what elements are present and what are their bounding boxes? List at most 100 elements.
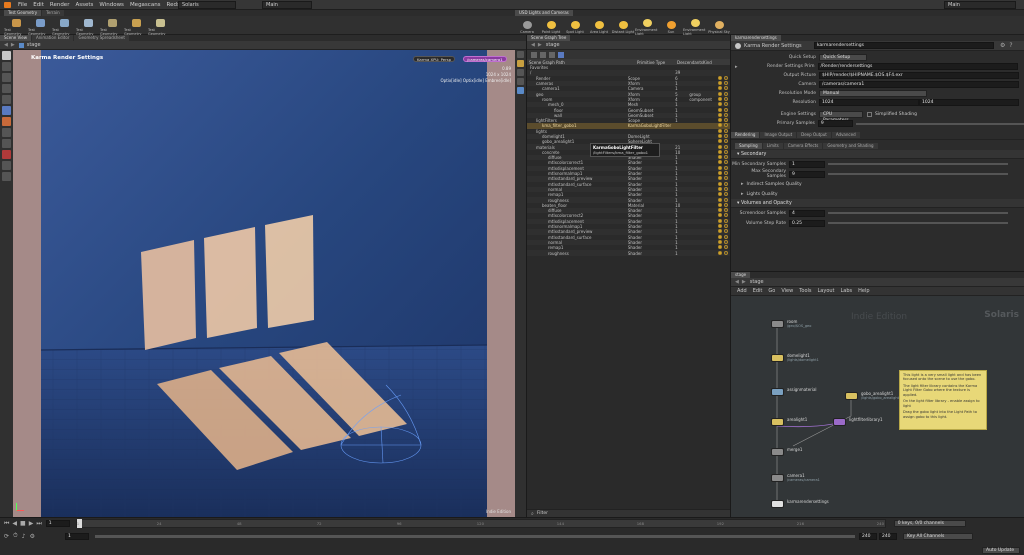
transform-tool-icon[interactable] — [2, 62, 11, 71]
col-descendants[interactable]: Descendants — [677, 60, 703, 65]
start-frame-field[interactable]: 1 — [64, 532, 89, 540]
render-prim-field[interactable]: /Render/rendersettings — [817, 63, 1018, 70]
tab-animation-editor[interactable]: Animation Editor — [31, 35, 74, 41]
screendoor-slider[interactable] — [828, 212, 1008, 214]
visibility-icon[interactable] — [718, 202, 722, 207]
visibility-icon[interactable] — [718, 218, 722, 223]
node-room[interactable] — [771, 320, 784, 328]
solo-icon[interactable] — [724, 107, 728, 112]
network-menu-labs[interactable]: Labs — [841, 288, 853, 294]
first-frame-icon[interactable]: ⏮ — [4, 520, 9, 528]
current-frame-field[interactable]: 1 — [45, 520, 70, 527]
solo-icon[interactable] — [724, 86, 728, 91]
light-tool-icon[interactable] — [2, 117, 11, 126]
search-icon[interactable]: ⌕ — [531, 511, 534, 517]
solo-icon[interactable] — [724, 176, 728, 181]
engine-dropdown[interactable]: CPU Parameters — [819, 110, 863, 123]
volumes-section[interactable]: ▾ Volumes and Opacity — [731, 199, 1024, 208]
res-y-field[interactable]: 1024 — [919, 99, 1019, 106]
sticky-note[interactable]: This light is a very small light and has… — [899, 370, 987, 430]
menu-windows[interactable]: Windows — [99, 2, 124, 8]
solo-icon[interactable] — [724, 234, 728, 239]
back-icon[interactable]: ◀ — [531, 42, 535, 48]
back-icon[interactable]: ◀ — [735, 279, 739, 285]
light-tool-environment-light[interactable]: Environment Light — [683, 19, 707, 36]
select-tool-icon[interactable] — [2, 51, 11, 60]
help-icon[interactable]: ? — [1009, 42, 1012, 49]
tab-deep-output[interactable]: Deep Output — [797, 132, 831, 138]
tab-limits[interactable]: Limits — [762, 142, 783, 149]
camera-selector[interactable]: /cameras/camera1 — [463, 56, 507, 62]
min-secondary-slider[interactable] — [828, 163, 1008, 165]
node-gobo-arealight1[interactable] — [845, 392, 858, 400]
network-menu-tools[interactable]: Tools — [799, 288, 811, 294]
visibility-icon[interactable] — [718, 75, 722, 80]
node-name-field[interactable]: karmarendersettings — [814, 42, 994, 49]
renderer-selector[interactable]: Karma XPU: Persp — [413, 56, 456, 62]
visibility-icon[interactable] — [718, 91, 722, 96]
gear-icon[interactable]: ⚙ — [1000, 42, 1005, 49]
filter-icon[interactable] — [531, 51, 537, 58]
tab-karmarendersettings[interactable]: karmarendersettings — [731, 35, 781, 41]
light-tool-sun[interactable]: Sun — [659, 21, 683, 34]
solo-icon[interactable] — [724, 81, 728, 86]
network-menu-go[interactable]: Go — [768, 288, 775, 294]
indirect-quality-row[interactable]: ▸ Indirect Samples Quality — [731, 179, 1024, 189]
col-path[interactable]: Scene Graph Path — [527, 60, 637, 65]
light-tool-environment-light[interactable]: Environment Light — [635, 19, 659, 36]
network-menu-help[interactable]: Help — [858, 288, 869, 294]
solo-icon[interactable] — [724, 96, 728, 101]
shelf-tab-lights[interactable]: USD Lights and Cameras — [515, 10, 573, 16]
visibility-icon[interactable] — [718, 234, 722, 239]
solo-icon[interactable] — [724, 112, 728, 117]
shelf-tool-0[interactable]: Test Geometry — [4, 19, 28, 36]
back-icon[interactable]: ◀ — [4, 42, 8, 48]
tab-geometry-shading[interactable]: Geometry and Shading — [823, 142, 878, 149]
shelf-tool-5[interactable]: Test Geometry — [124, 19, 148, 36]
network-menu-add[interactable]: Add — [737, 288, 747, 294]
visibility-icon[interactable] — [718, 160, 722, 165]
visibility-icon[interactable] — [718, 134, 722, 138]
res-mode-dropdown[interactable]: Manual — [819, 90, 927, 97]
network-path-label[interactable]: stage — [750, 279, 764, 285]
snap-tool-icon[interactable] — [2, 150, 11, 159]
view-tool-icon[interactable] — [2, 139, 11, 148]
lock-tool-icon[interactable] — [2, 172, 11, 181]
scale-tool-icon[interactable] — [2, 84, 11, 93]
collapse-icon[interactable] — [549, 51, 555, 58]
visibility-icon[interactable] — [718, 86, 722, 91]
desktop-selector[interactable]: Solaris — [178, 1, 236, 9]
visibility-icon[interactable] — [718, 123, 722, 128]
visibility-icon[interactable] — [718, 96, 722, 101]
shelf-tool-2[interactable]: Test Geometry — [52, 19, 76, 36]
solo-icon[interactable] — [724, 250, 728, 255]
output-picture-field[interactable]: $HIP/render/$HIPNAME.$OS.$F4.exr — [819, 72, 1019, 79]
volume-step-field[interactable]: 0.25 — [789, 219, 825, 227]
solo-icon[interactable] — [724, 202, 728, 207]
visibility-icon[interactable] — [718, 213, 722, 218]
end-frame-field-2[interactable]: 240 — [878, 532, 897, 540]
node-camera1[interactable] — [771, 474, 784, 482]
last-frame-icon[interactable]: ⏭ — [36, 520, 41, 528]
network-menu-view[interactable]: View — [781, 288, 793, 294]
visibility-icon[interactable] — [718, 102, 722, 107]
handle-tool-icon[interactable] — [2, 106, 11, 115]
visibility-icon[interactable] — [718, 176, 722, 181]
tab-scene-graph-tree[interactable]: Scene Graph Tree — [527, 35, 571, 41]
lighting-icon[interactable] — [517, 60, 524, 67]
tab-geometry-spreadsheet[interactable]: Geometry Spreadsheet — [74, 35, 129, 41]
light-tool-distant-light[interactable]: Distant Light — [611, 21, 635, 34]
menu-render[interactable]: Render — [50, 2, 70, 8]
light-tool-spot-light[interactable]: Spot Light — [563, 21, 587, 34]
col-kind[interactable]: Kind — [703, 60, 723, 65]
magnet-tool-icon[interactable] — [2, 161, 11, 170]
forward-icon[interactable]: ▶ — [742, 279, 746, 285]
visibility-icon[interactable] — [718, 139, 722, 144]
visibility-icon[interactable] — [718, 197, 722, 202]
realtime-icon[interactable]: ⏱ — [13, 532, 18, 540]
visibility-icon[interactable] — [718, 149, 722, 154]
light-tool-point-light[interactable]: Point Light — [539, 21, 563, 34]
solo-icon[interactable] — [724, 192, 728, 197]
menu-megascans[interactable]: Megascans — [130, 2, 161, 8]
visibility-icon[interactable] — [718, 181, 722, 186]
